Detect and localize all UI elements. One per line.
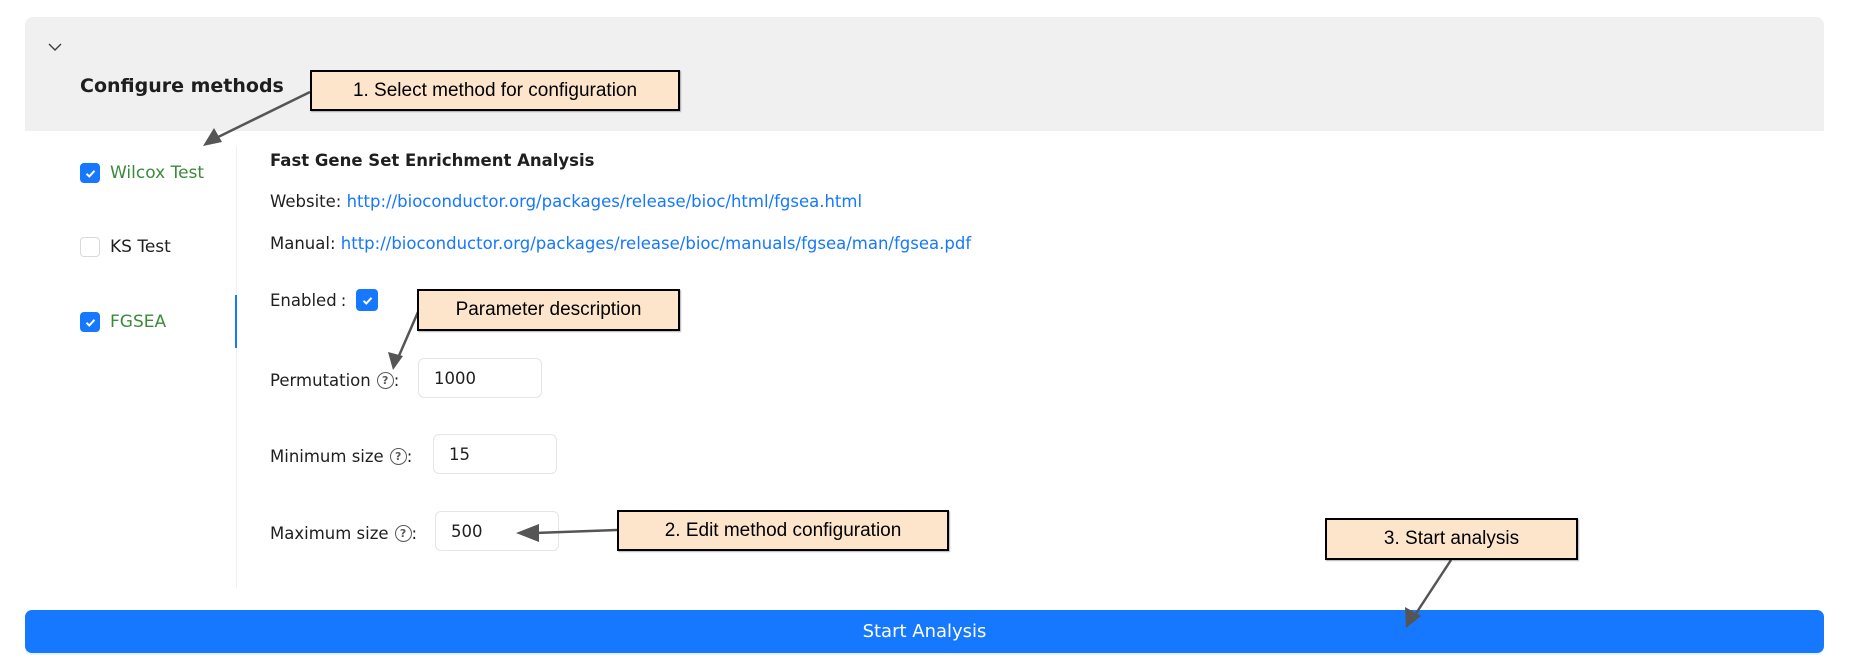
method-label: FGSEA <box>110 312 167 332</box>
colon: : <box>393 370 400 390</box>
manual-link[interactable]: http://bioconductor.org/packages/release… <box>341 234 971 253</box>
question-circle-icon[interactable]: ? <box>389 447 407 465</box>
method-checkbox-fgsea[interactable] <box>80 312 100 332</box>
param-permutation-label: Permutation ? : <box>270 368 399 392</box>
enabled-field: Enabled : <box>270 289 379 311</box>
annotation-start-analysis: 3. Start analysis <box>1325 518 1578 560</box>
annotation-arrow-param <box>396 311 420 359</box>
chevron-down-icon[interactable] <box>46 40 64 54</box>
param-label: Minimum size <box>270 446 384 466</box>
manual-label: Manual: <box>270 234 336 253</box>
maximum-size-input[interactable] <box>435 511 559 551</box>
question-circle-icon[interactable]: ? <box>376 371 394 389</box>
enabled-checkbox[interactable] <box>356 289 379 311</box>
param-maximum-size-label: Maximum size ? : <box>270 521 417 545</box>
website-row: Website: http://bioconductor.org/package… <box>270 192 862 211</box>
colon: : <box>406 446 413 466</box>
panel-title: Configure methods <box>80 75 284 97</box>
colon: : <box>340 290 347 310</box>
website-label: Website: <box>270 192 342 211</box>
manual-row: Manual: http://bioconductor.org/packages… <box>270 234 971 253</box>
param-minimum-size-label: Minimum size ? : <box>270 444 412 468</box>
param-label: Maximum size <box>270 523 389 543</box>
question-circle-icon[interactable]: ? <box>394 524 412 542</box>
method-label: Wilcox Test <box>110 163 205 183</box>
active-tab-indicator <box>235 295 237 348</box>
colon: : <box>411 523 418 543</box>
permutation-input[interactable] <box>418 358 542 398</box>
minimum-size-input[interactable] <box>433 434 557 474</box>
annotation-edit-config: 2. Edit method configuration <box>617 510 949 551</box>
checkmark-icon <box>362 296 372 305</box>
card-top <box>25 0 1825 18</box>
collapse-header[interactable] <box>25 17 1824 131</box>
checkmark-icon <box>85 169 95 178</box>
annotation-select-method: 1. Select method for configuration <box>310 70 680 111</box>
annotation-parameter-description: Parameter description <box>417 289 680 331</box>
method-title: Fast Gene Set Enrichment Analysis <box>270 151 595 170</box>
method-item-fgsea[interactable]: FGSEA <box>80 309 166 335</box>
annotation-arrow-3 <box>1413 559 1453 616</box>
website-link[interactable]: http://bioconductor.org/packages/release… <box>347 192 862 211</box>
method-checkbox-wilcox[interactable] <box>80 163 100 183</box>
method-item-ks-test[interactable]: KS Test <box>80 234 171 260</box>
start-analysis-button[interactable]: Start Analysis <box>25 610 1824 653</box>
checkmark-icon <box>85 318 95 327</box>
sidebar-divider <box>236 146 237 588</box>
method-item-wilcox-test[interactable]: Wilcox Test <box>80 160 204 186</box>
enabled-label: Enabled <box>270 290 337 310</box>
method-label: KS Test <box>110 237 171 257</box>
param-label: Permutation <box>270 370 371 390</box>
method-checkbox-ks[interactable] <box>80 237 100 257</box>
